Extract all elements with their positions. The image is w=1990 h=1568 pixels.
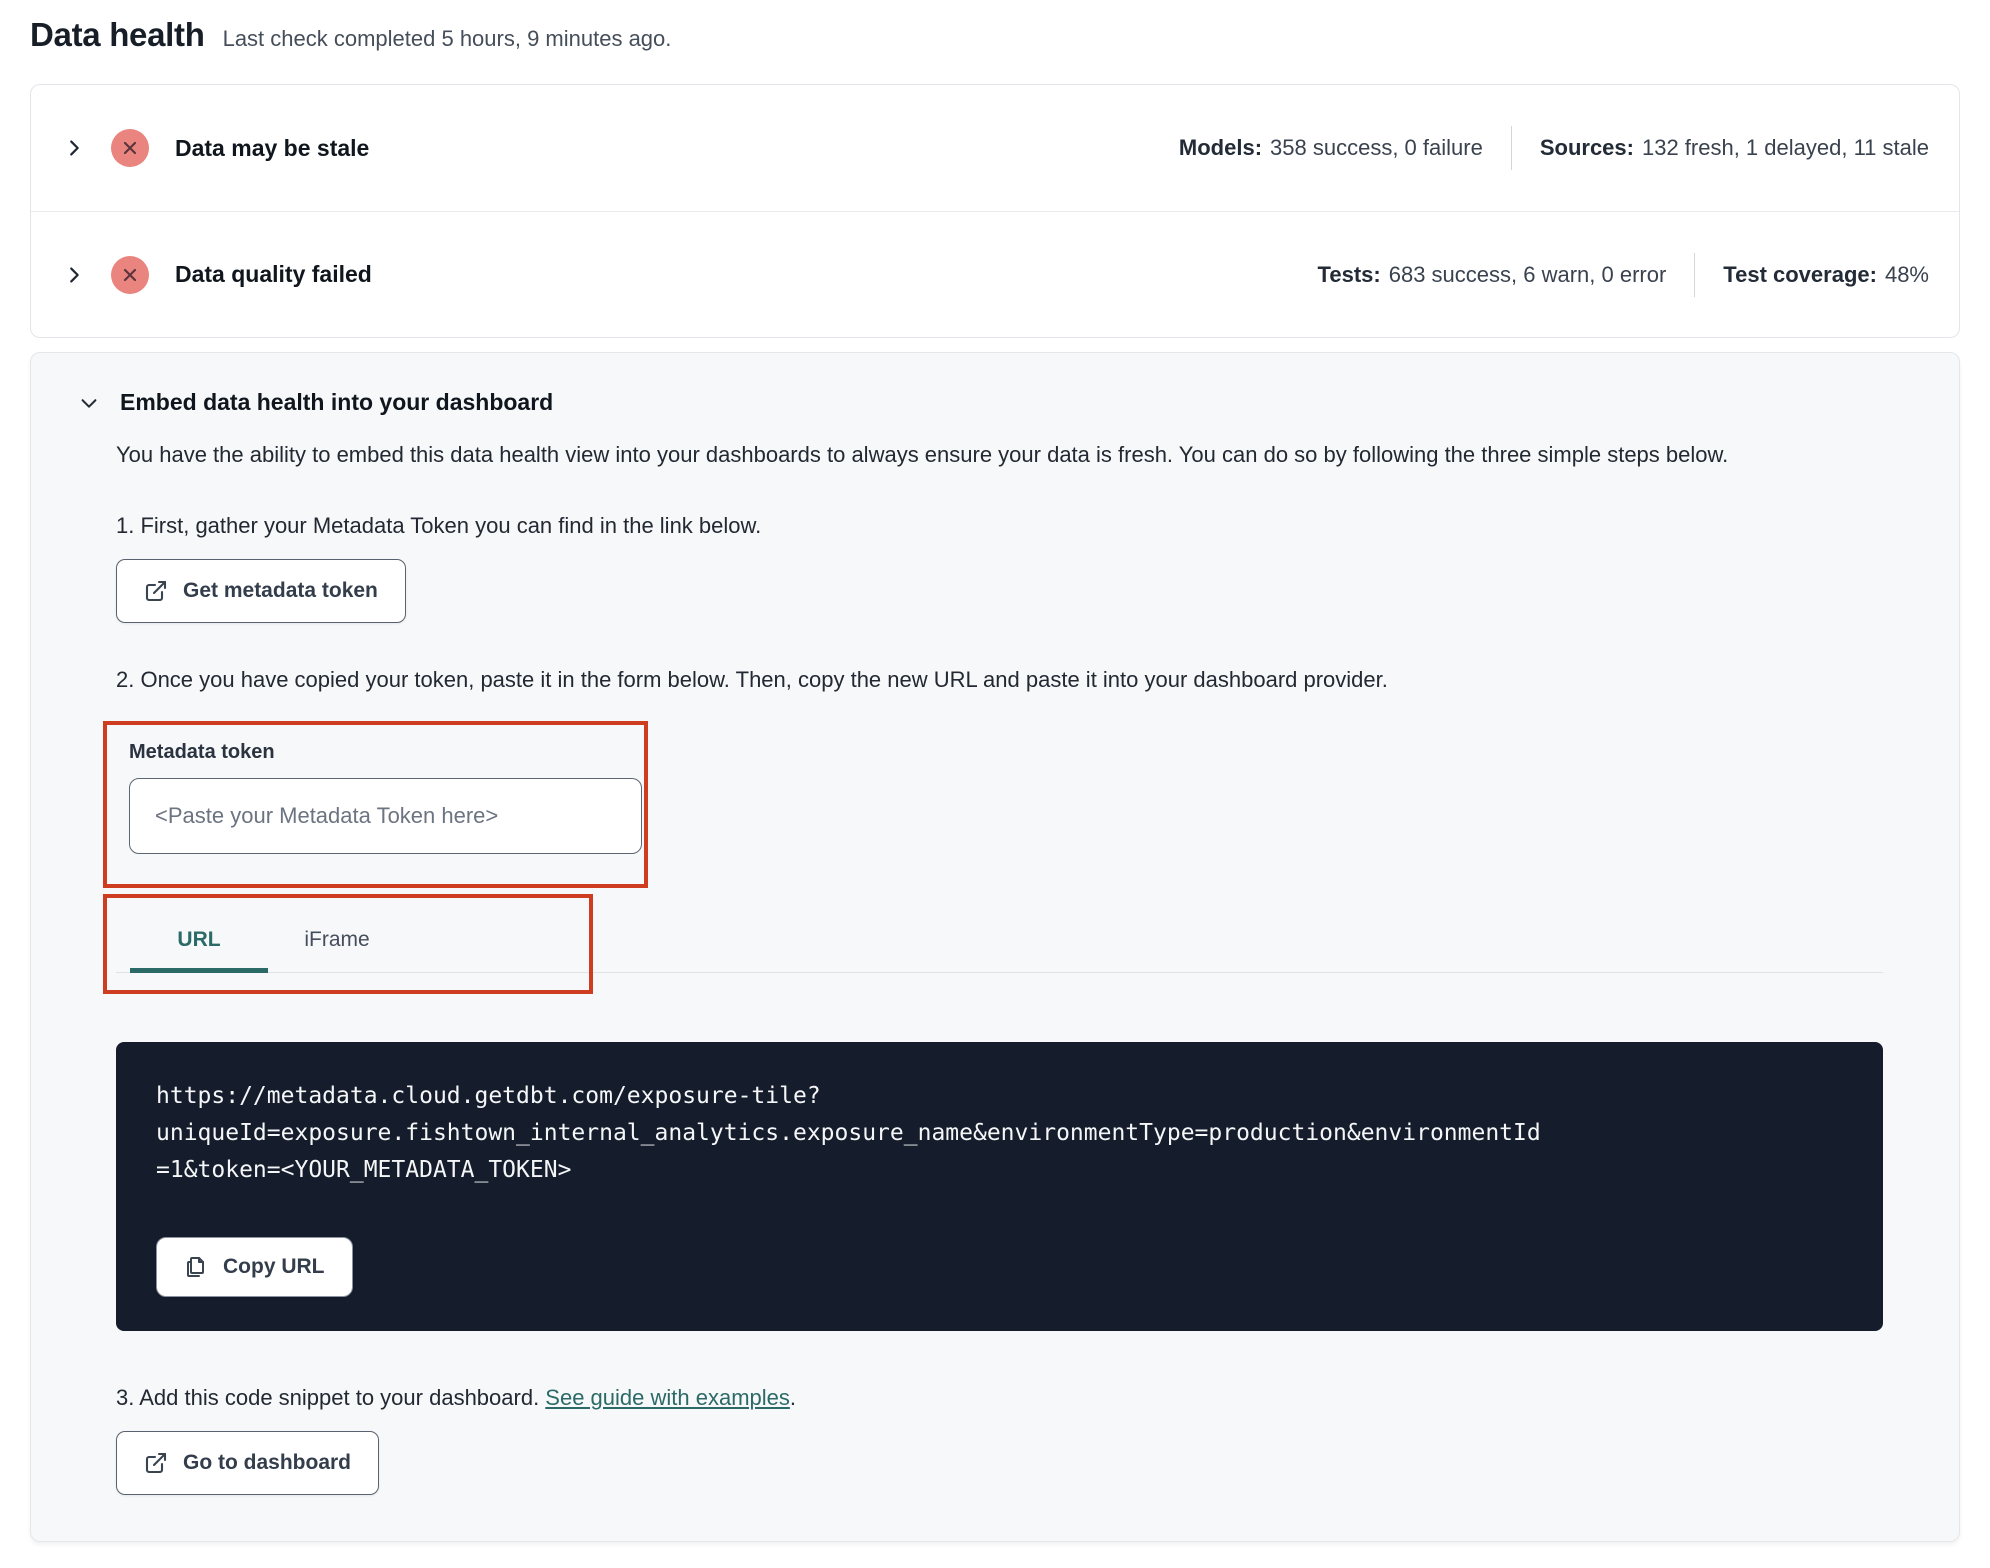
copy-url-button[interactable]: Copy URL xyxy=(156,1237,353,1297)
tab-bar: URL iFrame xyxy=(116,908,1883,973)
embed-section-content: You have the ability to embed this data … xyxy=(103,438,1919,1495)
status-row-metrics: Models: 358 success, 0 failure Sources: … xyxy=(1179,126,1929,170)
metric-value: 48% xyxy=(1884,261,1929,287)
copy-icon xyxy=(187,1257,204,1277)
copy-url-label: Copy URL xyxy=(223,1255,325,1278)
metadata-token-label: Metadata token xyxy=(129,741,275,763)
metric-value: 358 success, 0 failure xyxy=(1270,135,1483,160)
status-row-title: Data quality failed xyxy=(175,261,372,287)
last-check-status: Last check completed 5 hours, 9 minutes … xyxy=(222,26,672,51)
annotation-box-token: Metadata token xyxy=(103,721,648,888)
get-metadata-token-button[interactable]: Get metadata token xyxy=(116,559,406,623)
error-status-icon xyxy=(111,129,149,167)
step3-suffix: . xyxy=(789,1385,797,1410)
step1-text: 1. First, gather your Metadata Token you… xyxy=(116,513,762,538)
embed-section-title: Embed data health into your dashboard xyxy=(120,389,554,415)
status-row-stale[interactable]: Data may be stale Models: 358 success, 0… xyxy=(31,85,1959,211)
chevron-right-icon[interactable] xyxy=(61,262,87,288)
error-status-icon xyxy=(111,255,149,294)
metric-value: 132 fresh, 1 delayed, 11 stale xyxy=(1641,135,1929,160)
embed-url-text: https://metadata.cloud.getdbt.com/exposu… xyxy=(156,1083,1541,1183)
metric-label: Sources: xyxy=(1539,135,1634,160)
step2-text: 2. Once you have copied your token, past… xyxy=(116,667,1388,692)
metric-label: Tests: xyxy=(1317,261,1381,287)
go-to-dashboard-label: Go to dashboard xyxy=(183,1451,351,1474)
embed-description: You have the ability to embed this data … xyxy=(116,442,1729,467)
go-to-dashboard-button[interactable]: Go to dashboard xyxy=(116,1431,379,1495)
status-card: Data may be stale Models: 358 success, 0… xyxy=(30,84,1960,338)
data-health-page: Data health Last check completed 5 hours… xyxy=(0,0,1990,1542)
external-link-icon xyxy=(145,580,167,602)
page-title: Data health xyxy=(30,16,205,53)
metric-divider xyxy=(1510,126,1512,170)
metadata-token-input[interactable] xyxy=(129,778,642,854)
tab-iframe[interactable]: iFrame xyxy=(268,908,406,973)
embed-url-code-block: https://metadata.cloud.getdbt.com/exposu… xyxy=(116,1042,1883,1331)
status-row-title: Data may be stale xyxy=(175,134,370,161)
chevron-down-icon[interactable] xyxy=(76,390,102,416)
page-header: Data health Last check completed 5 hours… xyxy=(30,16,1960,54)
metric-value: 683 success, 6 warn, 0 error xyxy=(1388,261,1667,287)
status-row-metrics: Tests: 683 success, 6 warn, 0 error Test… xyxy=(1317,252,1929,297)
metric-label: Models: xyxy=(1178,135,1263,160)
embed-output-tabs: URL iFrame xyxy=(103,894,1919,1006)
see-guide-link[interactable]: See guide with examples xyxy=(545,1385,790,1410)
chevron-right-icon[interactable] xyxy=(61,135,87,161)
embed-section-card: Embed data health into your dashboard Yo… xyxy=(30,352,1960,1542)
status-row-quality[interactable]: Data quality failed Tests: 683 success, … xyxy=(31,211,1959,337)
tab-url[interactable]: URL xyxy=(130,908,268,973)
get-metadata-token-label: Get metadata token xyxy=(183,579,378,602)
step3-prefix: 3. Add this code snippet to your dashboa… xyxy=(116,1385,546,1410)
step3-text: 3. Add this code snippet to your dashboa… xyxy=(116,1385,1919,1411)
metric-divider xyxy=(1694,252,1696,297)
embed-section-header[interactable]: Embed data health into your dashboard xyxy=(76,389,1919,416)
external-link-icon xyxy=(145,1452,167,1474)
metric-label: Test coverage: xyxy=(1723,261,1877,287)
